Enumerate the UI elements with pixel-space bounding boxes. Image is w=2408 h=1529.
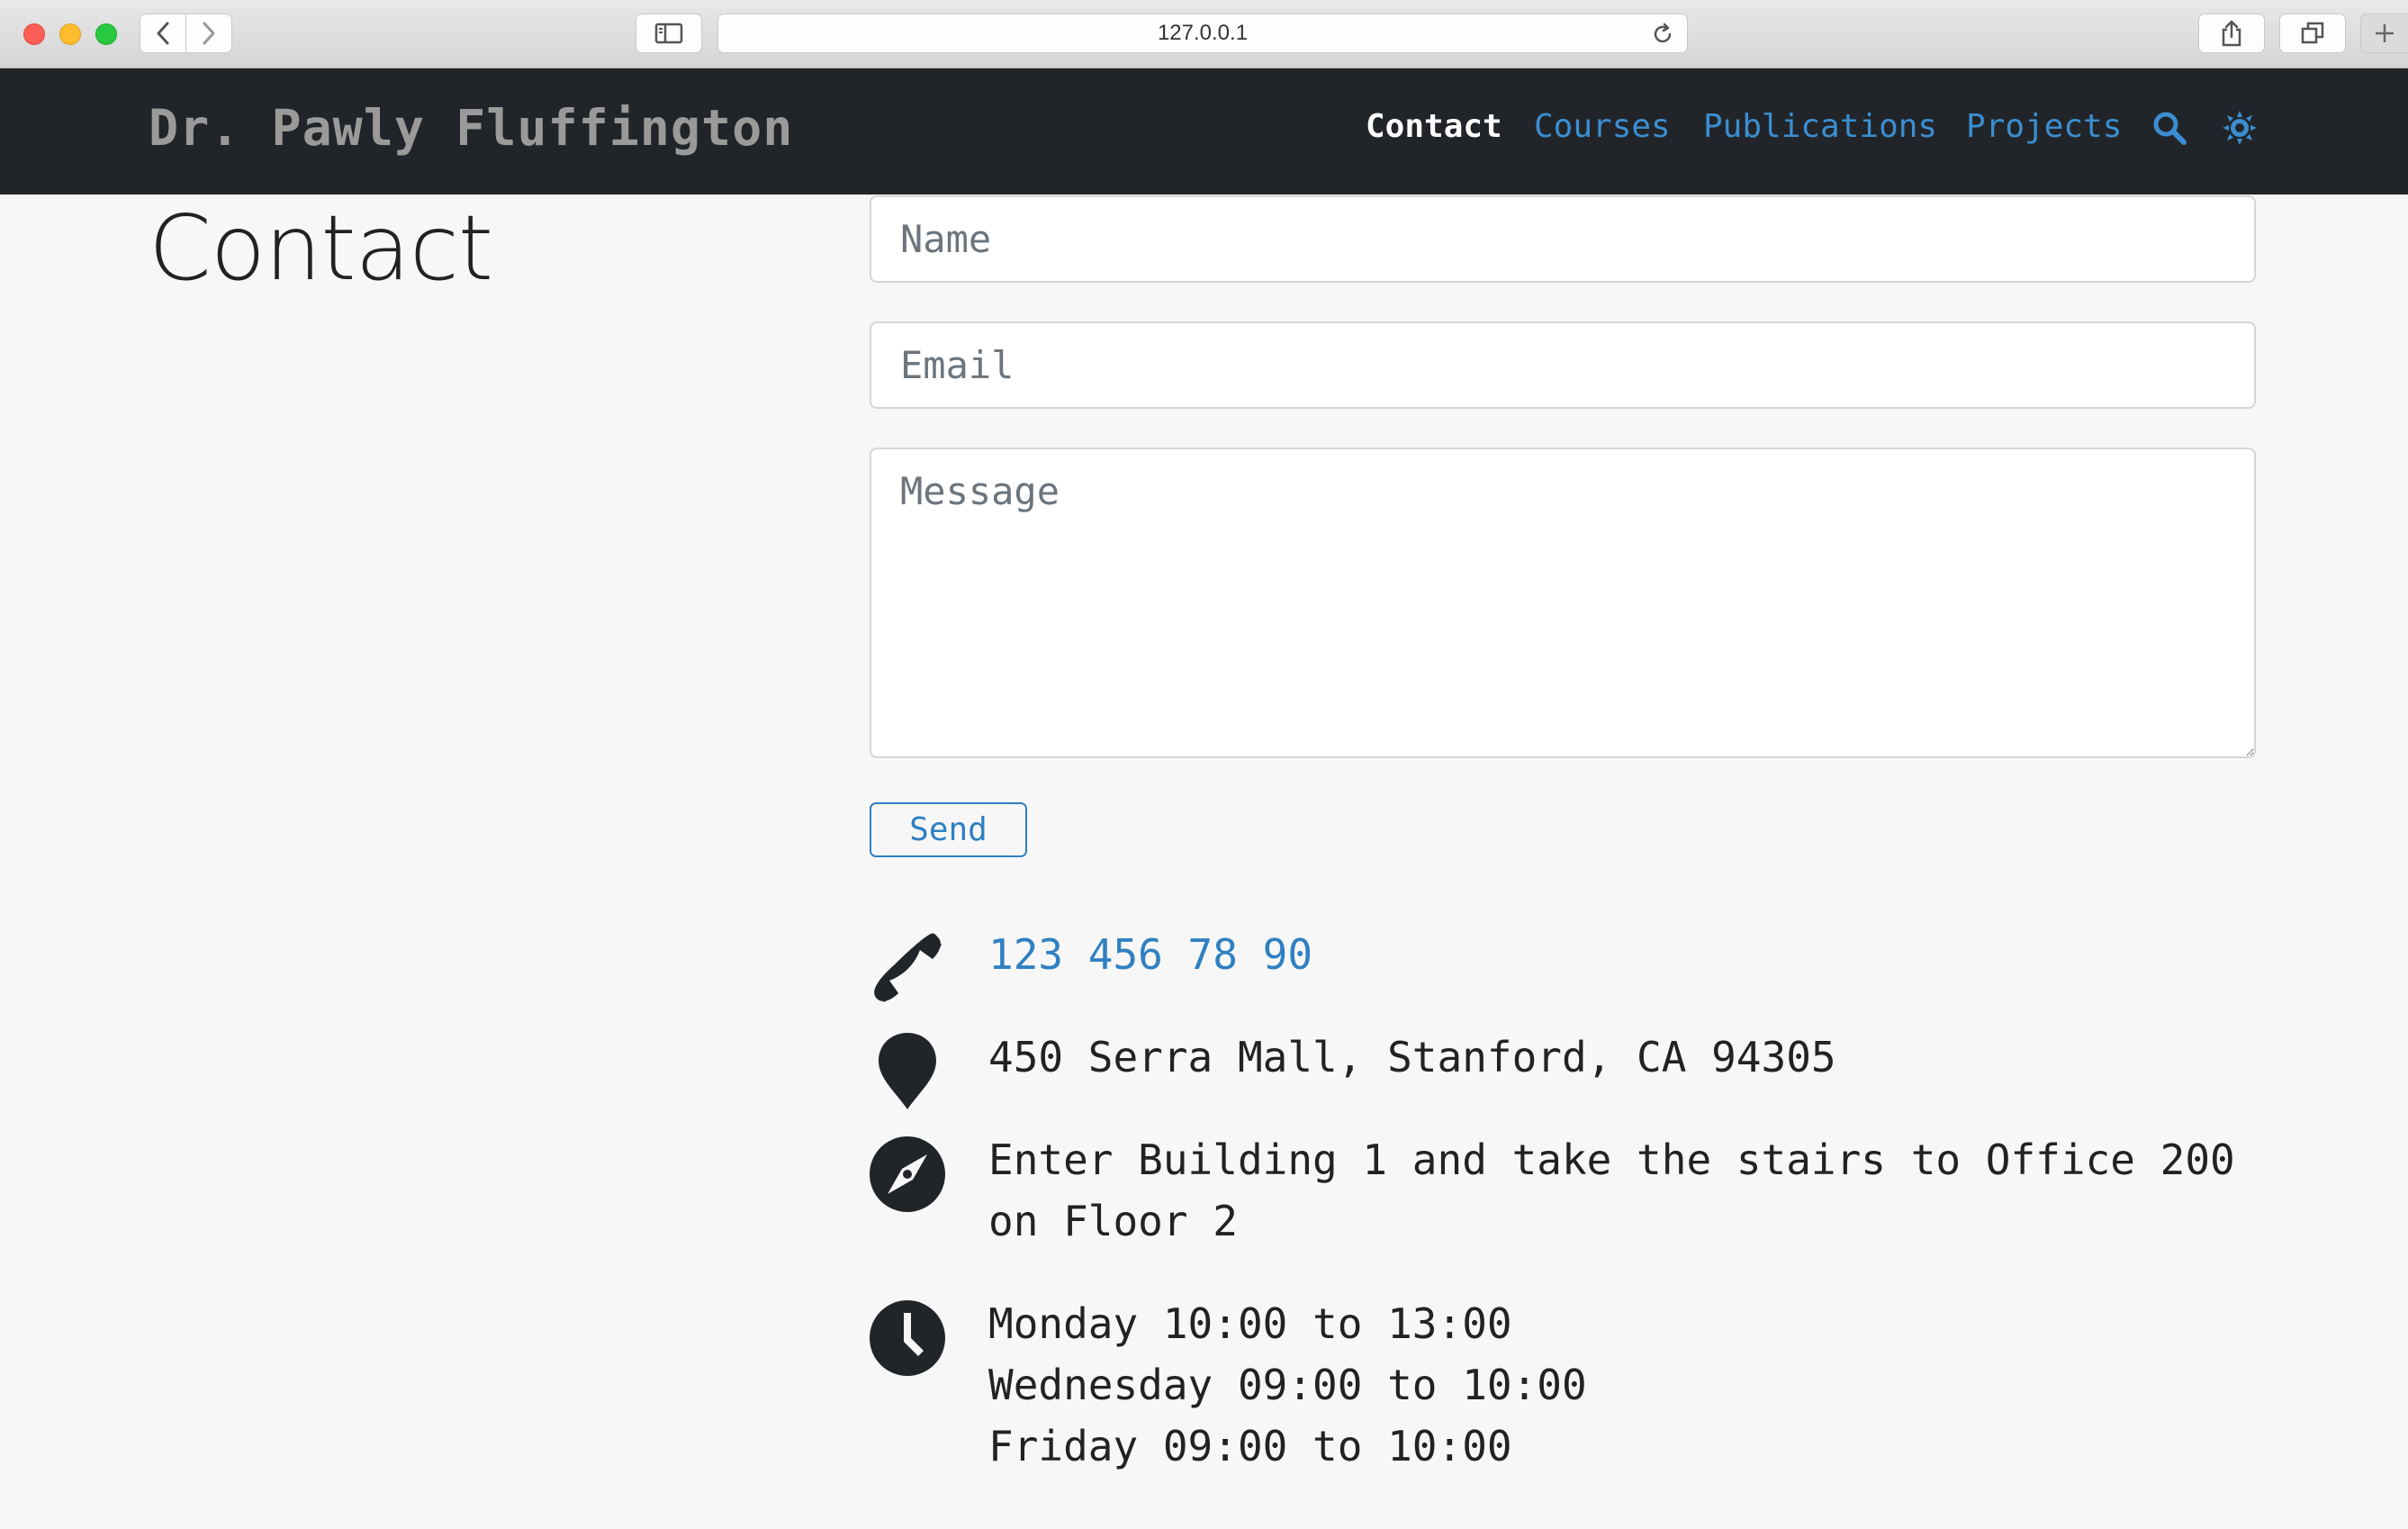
- sidebar-icon: [654, 23, 683, 44]
- page-title: Contact: [149, 195, 493, 301]
- back-button[interactable]: [140, 14, 186, 53]
- zoom-window-button[interactable]: [95, 23, 117, 45]
- minimize-window-button[interactable]: [59, 23, 81, 45]
- sidebar-toggle-button[interactable]: [636, 14, 702, 53]
- reload-icon[interactable]: [1651, 23, 1674, 46]
- address-bar[interactable]: 127.0.0.1: [717, 14, 1688, 53]
- phone-link[interactable]: 123 456 78 90: [988, 930, 1312, 979]
- nav-link-courses[interactable]: Courses: [1534, 108, 1671, 145]
- address-text: 450 Serra Mall, Stanford, CA 94305: [988, 1033, 1836, 1081]
- compass-icon: [870, 1136, 945, 1212]
- map-marker-icon: [879, 1033, 936, 1109]
- chevron-right-icon: [203, 22, 215, 45]
- url-text: 127.0.0.1: [1157, 21, 1249, 45]
- browser-toolbar: 127.0.0.1: [0, 0, 2408, 68]
- close-window-button[interactable]: [23, 23, 45, 45]
- share-icon: [2222, 20, 2241, 47]
- email-field[interactable]: [870, 321, 2256, 409]
- office-hours-text: Monday 10:00 to 13:00 Wednesday 09:00 to…: [988, 1299, 1587, 1470]
- site-brand[interactable]: Dr. Pawly Fluffington: [149, 99, 793, 157]
- tabs-icon: [2301, 22, 2324, 44]
- tab-overview-button[interactable]: [2279, 14, 2346, 53]
- theme-toggle-icon[interactable]: [2222, 110, 2258, 146]
- phone-icon: [874, 933, 942, 1002]
- clock-icon: [870, 1300, 945, 1376]
- nav-link-projects[interactable]: Projects: [1966, 108, 2122, 145]
- new-tab-button[interactable]: [2360, 14, 2408, 53]
- message-field[interactable]: [870, 448, 2256, 758]
- plus-icon: [2376, 24, 2394, 42]
- forward-button[interactable]: [185, 14, 232, 53]
- search-icon[interactable]: [2151, 110, 2187, 146]
- nav-link-contact[interactable]: Contact: [1366, 108, 1502, 145]
- chevron-left-icon: [157, 22, 169, 45]
- name-field[interactable]: [870, 195, 2256, 283]
- nav-link-publications[interactable]: Publications: [1703, 108, 1937, 145]
- directions-text: Enter Building 1 and take the stairs to …: [988, 1135, 2235, 1245]
- phone-number[interactable]: 123 456 78 90: [988, 924, 1312, 985]
- share-button[interactable]: [2198, 14, 2265, 53]
- site-navbar: Dr. Pawly Fluffington Contact Courses Pu…: [0, 68, 2408, 195]
- send-button[interactable]: Send: [870, 802, 1027, 857]
